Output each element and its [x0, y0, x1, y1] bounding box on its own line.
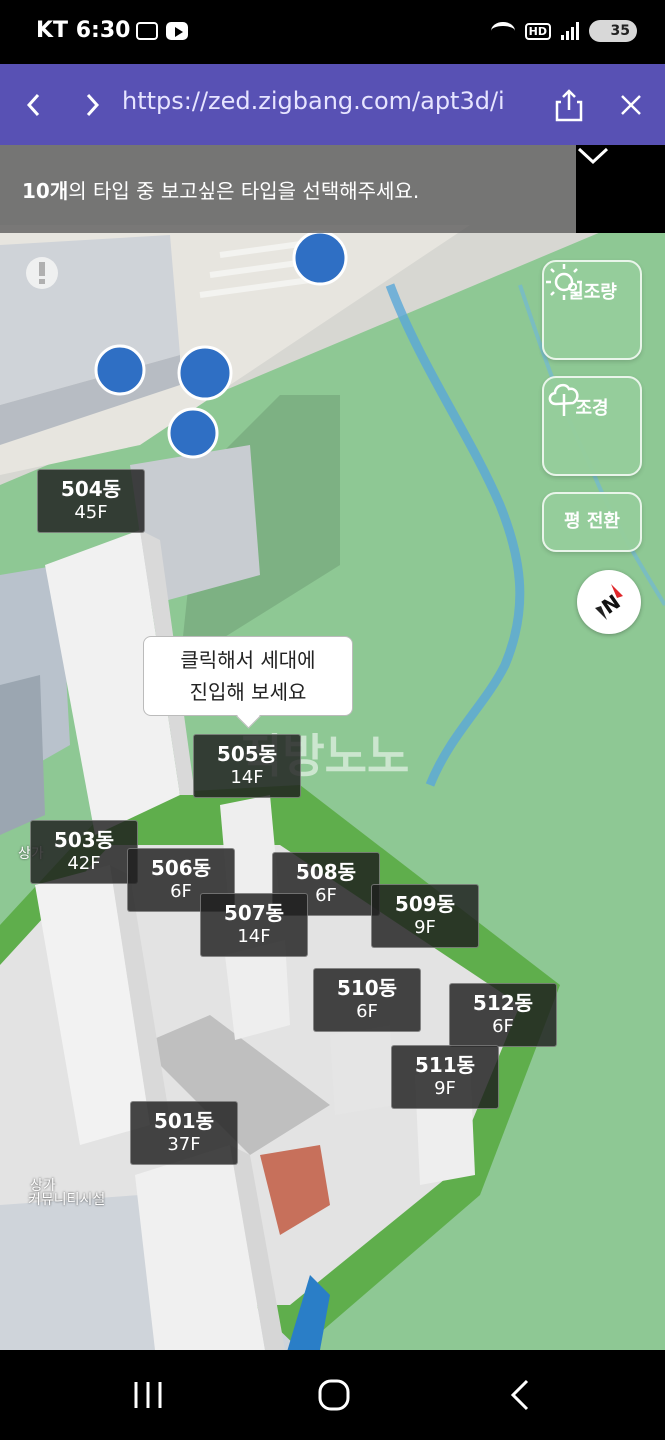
browser-toolbar: https://zed.zigbang.com/apt3d/i — [0, 64, 665, 145]
pyeong-label: 평 전환 — [564, 511, 620, 532]
url-field[interactable]: https://zed.zigbang.com/apt3d/i — [122, 87, 522, 115]
building-label-507[interactable]: 507동 14F — [200, 893, 308, 957]
youtube-icon — [166, 22, 188, 40]
back-arrow-icon — [510, 1379, 529, 1411]
share-icon — [555, 88, 583, 121]
compass-button[interactable]: N — [577, 570, 641, 634]
screen-record-icon — [136, 22, 158, 40]
signal-icon — [561, 22, 579, 40]
building-label-503[interactable]: 503동 42F — [30, 820, 138, 884]
home-button[interactable] — [284, 1350, 384, 1440]
building-label-512[interactable]: 512동 6F — [449, 983, 557, 1047]
sunlight-button[interactable]: 일조량 — [542, 260, 642, 360]
hd-badge: HD — [524, 22, 551, 40]
status-bar: KT 6:30 HD 35 — [0, 0, 665, 64]
building-label-504[interactable]: 504동 45F — [37, 469, 145, 533]
recent-apps-icon — [134, 1382, 162, 1408]
share-button[interactable] — [545, 64, 593, 145]
close-icon — [621, 94, 641, 115]
type-select-banner[interactable]: 10개 의 타입 중 보고싶은 타입을 선택해주세요. — [0, 145, 576, 233]
compass-icon: N — [595, 584, 625, 620]
pyeong-toggle-button[interactable]: 평 전환 — [542, 492, 642, 552]
battery-level: 35 — [610, 23, 630, 39]
forward-icon — [86, 93, 100, 116]
tree-icon — [548, 383, 579, 416]
tooltip-line-2: 진입해 보세요 — [189, 680, 307, 704]
back-button[interactable] — [10, 64, 58, 145]
forward-button[interactable] — [68, 64, 116, 145]
building-label-505[interactable]: 505동 14F — [193, 734, 301, 798]
type-count: 10개 — [22, 178, 69, 203]
landscape-button[interactable]: 조경 — [542, 376, 642, 476]
system-nav-bar — [0, 1350, 665, 1440]
wifi-icon — [490, 22, 515, 40]
banner-text: 의 타입 중 보고싶은 타입을 선택해주세요. — [68, 178, 420, 203]
building-label-501[interactable]: 501동 37F — [130, 1101, 238, 1165]
enter-unit-tooltip: 클릭해서 세대에 진입해 보세요 — [143, 636, 353, 716]
community-facility-label: 커뮤니티시설 — [28, 1192, 106, 1208]
sun-icon — [546, 264, 582, 300]
close-button[interactable] — [607, 64, 655, 145]
battery-icon: 35 — [589, 20, 637, 42]
home-icon — [318, 1379, 350, 1411]
building-label-511[interactable]: 511동 9F — [391, 1045, 499, 1109]
recent-apps-button[interactable] — [98, 1350, 198, 1440]
system-back-button[interactable] — [470, 1350, 570, 1440]
tooltip-line-1: 클릭해서 세대에 — [180, 648, 316, 672]
chevron-down-icon — [577, 147, 609, 165]
back-icon — [26, 93, 40, 116]
map-3d-view[interactable]: 10개 의 타입 중 보고싶은 타입을 선택해주세요. 일조량 조경 평 전환 N… — [0, 145, 665, 1350]
status-time: KT 6:30 — [36, 18, 131, 43]
banner-expand-button[interactable] — [576, 145, 665, 233]
building-label-510[interactable]: 510동 6F — [313, 968, 421, 1032]
building-label-509[interactable]: 509동 9F — [371, 884, 479, 948]
